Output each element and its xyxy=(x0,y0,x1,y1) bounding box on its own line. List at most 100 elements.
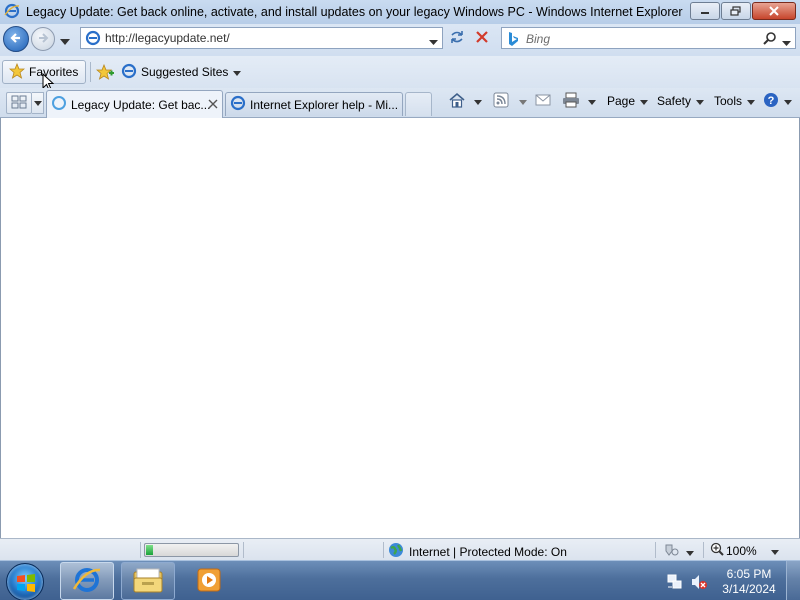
media-player-icon xyxy=(196,567,222,596)
progress-fill xyxy=(146,545,153,555)
favorites-bar: Favorites Suggested Sites xyxy=(0,56,800,91)
taskbar-windows-explorer[interactable] xyxy=(121,562,175,600)
address-bar[interactable]: http://legacyupdate.net/ xyxy=(80,27,443,49)
network-icon[interactable] xyxy=(666,573,684,594)
safety-menu-label: Safety xyxy=(657,94,692,108)
divider xyxy=(703,542,704,558)
quick-tabs-button[interactable] xyxy=(6,92,32,114)
stop-icon xyxy=(476,30,488,46)
ie-icon xyxy=(85,30,101,49)
taskbar-internet-explorer[interactable] xyxy=(60,562,114,600)
clock-date: 3/14/2024 xyxy=(722,582,776,596)
chevron-down-icon xyxy=(747,94,756,108)
show-desktop-button[interactable] xyxy=(786,561,800,600)
tab-list-dropdown[interactable] xyxy=(32,92,44,114)
chevron-down-icon xyxy=(233,65,242,79)
back-button[interactable] xyxy=(3,26,29,52)
divider xyxy=(140,542,141,558)
chevron-down-icon xyxy=(770,544,779,558)
mail-icon xyxy=(535,93,551,110)
chevron-down-icon xyxy=(640,94,649,108)
svg-text:?: ? xyxy=(768,95,775,107)
search-placeholder: Bing xyxy=(526,32,551,46)
divider xyxy=(655,542,656,558)
forward-button[interactable] xyxy=(31,27,55,51)
tools-menu-label: Tools xyxy=(714,94,743,108)
restore-button[interactable] xyxy=(721,2,751,20)
feeds-icon xyxy=(493,92,509,111)
home-icon xyxy=(448,92,466,111)
chevron-down-icon xyxy=(686,545,694,559)
refresh-icon xyxy=(449,30,465,47)
minimize-button[interactable] xyxy=(690,2,720,20)
zoom-button[interactable]: 100% xyxy=(710,542,779,559)
ie-icon xyxy=(121,63,137,82)
tools-menu-button[interactable]: Tools xyxy=(714,91,756,111)
help-button[interactable]: ? xyxy=(763,91,792,111)
tab-legacy-update[interactable]: Legacy Update: Get bac... xyxy=(46,90,223,118)
stop-button[interactable] xyxy=(471,28,493,48)
clock[interactable]: 6:05 PM 3/14/2024 xyxy=(716,567,782,597)
page-menu-button[interactable]: Page xyxy=(607,91,649,111)
page-load-progress xyxy=(144,543,239,557)
shield-icon xyxy=(662,542,680,561)
folder-icon xyxy=(132,566,164,597)
recent-pages-dropdown[interactable] xyxy=(60,34,70,48)
taskbar: 6:05 PM 3/14/2024 xyxy=(0,560,800,600)
forward-icon xyxy=(37,32,49,47)
ie-icon xyxy=(4,3,20,22)
clock-time: 6:05 PM xyxy=(726,567,772,581)
new-tab-button[interactable] xyxy=(405,92,432,116)
security-zone[interactable]: Internet | Protected Mode: On xyxy=(388,542,567,561)
add-favorite-icon[interactable] xyxy=(95,63,114,83)
bing-icon xyxy=(507,31,519,50)
ie-icon xyxy=(72,565,102,598)
mail-button[interactable] xyxy=(535,91,551,111)
start-button[interactable] xyxy=(6,563,44,600)
safety-menu-button[interactable]: Safety xyxy=(657,91,705,111)
address-dropdown[interactable] xyxy=(429,34,438,48)
chevron-down-icon xyxy=(784,94,792,108)
print-icon xyxy=(562,92,580,111)
print-button[interactable] xyxy=(562,91,596,111)
ie-icon xyxy=(230,95,246,114)
globe-icon xyxy=(388,542,404,561)
tab-label: Legacy Update: Get bac... xyxy=(71,97,211,112)
tab-ie-help[interactable]: Internet Explorer help - Mi... xyxy=(225,92,403,116)
close-tab-icon[interactable] xyxy=(208,98,218,112)
help-icon: ? xyxy=(763,92,779,111)
tab-label: Internet Explorer help - Mi... xyxy=(250,97,399,112)
feeds-button[interactable] xyxy=(493,91,527,111)
address-url[interactable]: http://legacyupdate.net/ xyxy=(105,31,230,45)
tab-row: Legacy Update: Get bac... Internet Explo… xyxy=(0,88,800,118)
page-content[interactable] xyxy=(0,118,800,538)
window-title: Legacy Update: Get back online, activate… xyxy=(26,5,683,19)
close-button[interactable] xyxy=(752,2,796,20)
refresh-button[interactable] xyxy=(446,28,468,48)
zoom-level: 100% xyxy=(726,543,757,558)
star-icon xyxy=(8,62,26,82)
loading-icon xyxy=(51,95,67,114)
status-bar: Internet | Protected Mode: On 100% xyxy=(0,538,800,560)
windows-orb-icon xyxy=(16,573,36,596)
chevron-down-icon xyxy=(519,94,527,108)
suggested-sites-button[interactable]: Suggested Sites xyxy=(121,62,242,82)
divider xyxy=(243,542,244,558)
chevron-down-icon xyxy=(474,94,482,108)
suggested-sites-label: Suggested Sites xyxy=(141,65,229,79)
zone-text: Internet | Protected Mode: On xyxy=(409,544,567,559)
chevron-down-icon xyxy=(696,94,705,108)
divider xyxy=(90,62,91,82)
quick-tabs-icon xyxy=(11,95,27,112)
taskbar-windows-media-player[interactable] xyxy=(182,562,236,600)
security-status-button[interactable] xyxy=(662,542,694,561)
home-button[interactable] xyxy=(448,91,482,111)
chevron-down-icon xyxy=(588,94,596,108)
search-box[interactable]: Bing xyxy=(501,27,796,49)
page-menu-label: Page xyxy=(607,94,636,108)
volume-muted-icon[interactable] xyxy=(690,573,708,594)
navigation-bar: http://legacyupdate.net/ Bing xyxy=(0,24,800,56)
title-bar: Legacy Update: Get back online, activate… xyxy=(0,0,800,24)
search-options-dropdown[interactable] xyxy=(782,35,791,49)
search-icon[interactable] xyxy=(763,31,777,48)
